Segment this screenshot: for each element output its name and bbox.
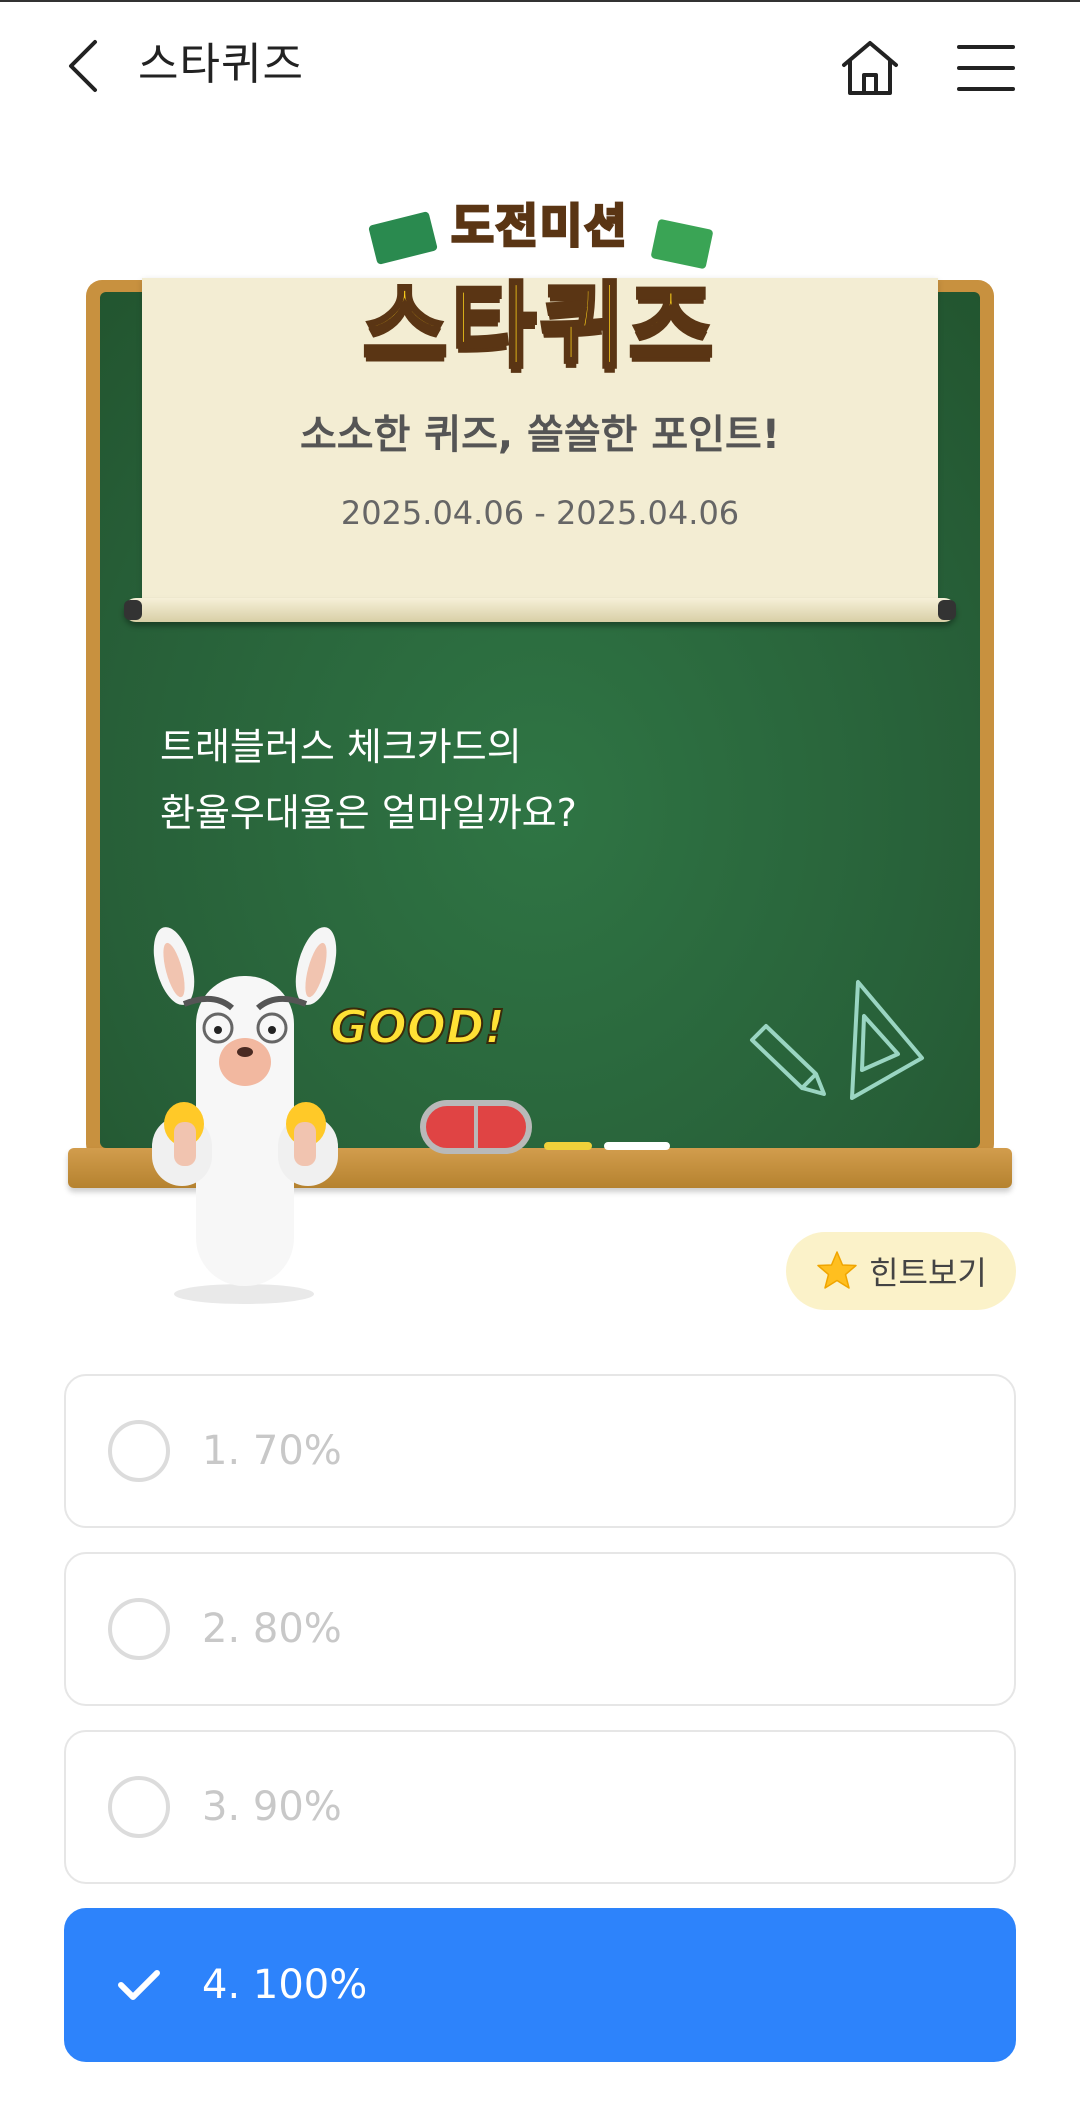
radio-button[interactable] [108,1776,170,1838]
option-label: 1. 70% [202,1428,342,1474]
answer-option-1[interactable]: 1. 70% [64,1374,1016,1528]
home-icon [842,41,898,95]
quiz-period: 2025.04.06 - 2025.04.06 [340,494,740,532]
answer-option-4[interactable]: 4. 100% [64,1908,1016,2062]
pencil-triangle-doodle-icon [750,980,924,1100]
scroll-rod [124,598,956,622]
home-button[interactable] [830,28,910,108]
checkmark-icon [108,1954,170,2016]
chevron-left-icon [69,40,97,92]
answer-option-2[interactable]: 2. 80% [64,1552,1016,1706]
hint-button[interactable]: 힌트보기 [786,1232,1016,1310]
answer-option-3[interactable]: 3. 90% [64,1730,1016,1884]
app-header: 스타퀴즈 [0,0,1080,130]
page-title: 스타퀴즈 [138,39,304,90]
yellow-chalk [544,1142,592,1150]
good-sticker: GOOD! [329,999,506,1055]
radio-button[interactable] [108,1420,170,1482]
eraser-divider [474,1104,478,1150]
back-button[interactable] [52,26,112,106]
starquiz-logo: 도전미션 스타퀴즈 [360,190,720,383]
logo-subtitle: 도전미션 [450,198,629,255]
hint-label: 힌트보기 [869,1254,987,1292]
option-label: 3. 90% [202,1784,342,1830]
star-icon [817,1251,857,1289]
radio-button[interactable] [108,1598,170,1660]
question-line: 환율우대율은 얼마일까요? [160,791,577,835]
scroll-rod-end-right [938,600,956,620]
menu-button[interactable] [950,28,1022,108]
quiz-question: 트래블러스 체크카드의 환율우대율은 얼마일까요? [160,714,880,846]
scroll-rod-end-left [124,600,142,620]
option-label: 2. 80% [202,1606,342,1652]
quiz-heading: 소소한 퀴즈, 쏠쏠한 포인트! [299,412,780,458]
question-line: 트래블러스 체크카드의 [160,725,522,769]
alpaca-mascot-icon [152,927,338,1304]
hamburger-menu-icon [957,45,1015,91]
white-chalk [604,1142,670,1150]
logo-title: 스타퀴즈 [361,271,718,382]
option-label: 4. 100% [202,1962,368,2008]
